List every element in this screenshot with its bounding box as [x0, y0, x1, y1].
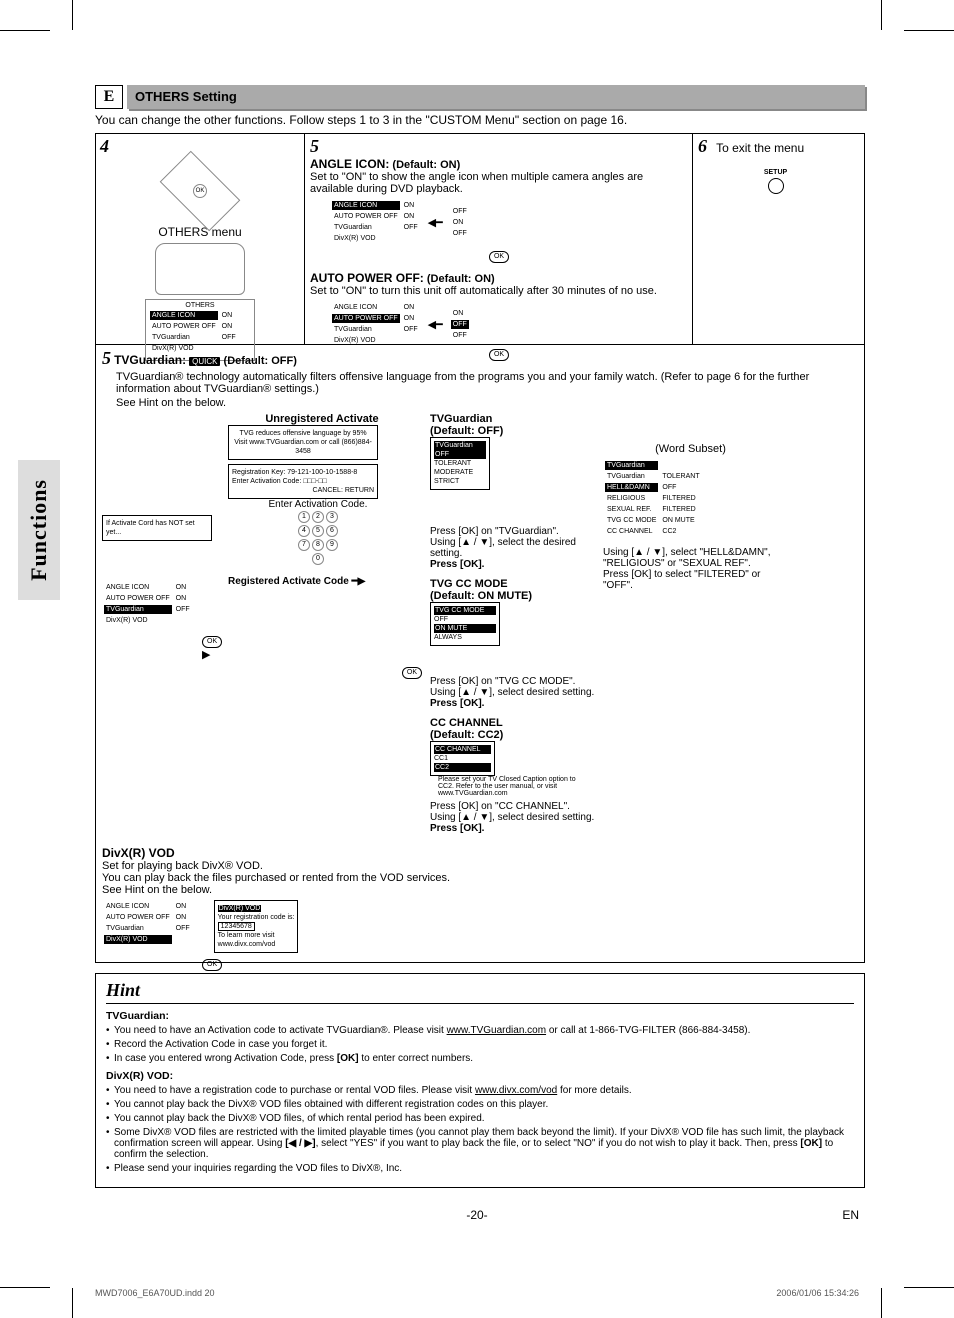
- intro-text: You can change the other functions. Foll…: [95, 113, 865, 127]
- setup-button-icon: SETUP: [698, 169, 853, 194]
- enter-ac: Enter Activation Code.: [228, 499, 408, 510]
- step-5b-number: 5: [102, 348, 111, 368]
- hint-item: You cannot play back the DivX® VOD files…: [106, 1113, 854, 1124]
- hint-divx-head: DivX(R) VOD:: [106, 1070, 854, 1082]
- tvg-desc: TVGuardian® technology automatically fil…: [116, 371, 854, 395]
- hint-ref: See Hint on the below.: [116, 397, 854, 409]
- step-5-number: 5: [310, 136, 688, 157]
- cc-channel-title: CC CHANNEL: [430, 717, 595, 729]
- hint-item: You need to have an Activation code to a…: [106, 1025, 854, 1036]
- footer-timestamp: 2006/01/06 15:34:26: [776, 1288, 859, 1298]
- autopower-desc: Set to "ON" to turn this unit off automa…: [310, 285, 688, 297]
- tvg-cc-title: TVG CC MODE: [430, 578, 595, 590]
- step-4-number: 4: [100, 136, 300, 157]
- main-diagram: 4 OK OTHERS menu OTHERS ANGLE ICONONAUTO…: [95, 133, 865, 963]
- tvguardian-sub-title: TVGuardian: [430, 413, 595, 425]
- divx-title: DivX(R) VOD: [102, 846, 854, 860]
- keypad-icon: 1234567890: [228, 510, 408, 566]
- if-not-set-box: If Activate Cord has NOT set yet...: [102, 515, 212, 541]
- others-menu-label: OTHERS menu: [100, 225, 300, 239]
- hint-item: Record the Activation Code in case you f…: [106, 1039, 854, 1050]
- remote-dpad-icon: OK: [160, 151, 241, 232]
- angle-icon-title: ANGLE ICON:: [310, 157, 389, 171]
- quick-badge: QUICK: [189, 357, 220, 366]
- ok-pill-icon: OK: [402, 667, 422, 679]
- hint-item: You need to have a registration code to …: [106, 1085, 854, 1096]
- hint-title: Hint: [106, 980, 854, 1004]
- remote-screen-icon: [155, 243, 245, 295]
- hint-item: In case you entered wrong Activation Cod…: [106, 1053, 854, 1064]
- page-lang: EN: [842, 1208, 859, 1222]
- angle-desc: Set to "ON" to show the angle icon when …: [310, 171, 688, 195]
- side-tab: Functions: [18, 460, 60, 600]
- unreg-label: Unregistered Activate: [222, 413, 422, 425]
- menu-title: OTHERS: [148, 302, 252, 309]
- section-letter: E: [95, 85, 123, 109]
- section-header: E OTHERS Setting: [95, 85, 865, 109]
- autopower-title: AUTO POWER OFF:: [310, 271, 424, 285]
- hint-item: Some DivX® VOD files are restricted with…: [106, 1127, 854, 1160]
- hint-tvg-head: TVGuardian:: [106, 1010, 854, 1022]
- step-6-number: 6: [698, 136, 707, 156]
- footer-file: MWD7006_E6A70UD.indd 20: [95, 1288, 215, 1298]
- page-number: -20-: [466, 1208, 487, 1222]
- tvg-info-box: TVG reduces offensive language by 95% Vi…: [228, 425, 378, 460]
- hint-item: Please send your inquiries regarding the…: [106, 1163, 854, 1174]
- tvg-reg-box: Registration Key: 79-121-100-10-1588-8 E…: [228, 464, 378, 499]
- section-title: OTHERS Setting: [127, 85, 865, 109]
- reg-label: Registered Activate Code ━▶: [228, 576, 408, 587]
- divx-code-box: DivX(R) VOD Your registration code is: 1…: [214, 900, 299, 953]
- tvguardian-title: TVGuardian:: [114, 353, 186, 367]
- ok-pill-icon: OK: [489, 251, 509, 263]
- word-subset-label: (Word Subset): [603, 443, 778, 455]
- ok-pill-icon: OK: [202, 636, 222, 648]
- ok-button-icon: OK: [193, 184, 207, 198]
- hint-box: Hint TVGuardian: You need to have an Act…: [95, 973, 865, 1188]
- hint-item: You cannot play back the DivX® VOD files…: [106, 1099, 854, 1110]
- exit-text: To exit the menu: [716, 141, 804, 155]
- ok-pill-icon: OK: [202, 959, 222, 971]
